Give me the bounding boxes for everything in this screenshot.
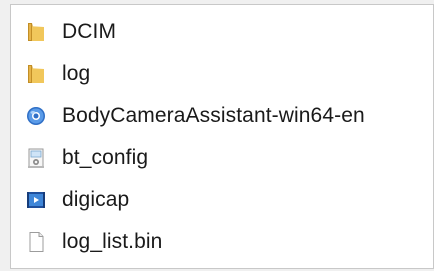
- file-item-bt-config[interactable]: bt_config: [25, 137, 365, 179]
- file-name: BodyCameraAssistant-win64-en: [62, 104, 365, 127]
- folder-icon: [25, 63, 47, 85]
- file-item-bodycameraassistant[interactable]: BodyCameraAssistant-win64-en: [25, 95, 365, 137]
- file-item-log[interactable]: log: [25, 53, 365, 95]
- file-name: DCIM: [62, 20, 117, 43]
- application-icon: [25, 105, 47, 127]
- file-name: log: [62, 62, 91, 85]
- file-list-pane: DCIM log BodyCameraAssistant-win64-en bt…: [10, 4, 434, 269]
- file-item-dcim[interactable]: DCIM: [25, 11, 365, 53]
- folder-icon: [25, 21, 47, 43]
- blank-file-icon: [25, 231, 47, 253]
- file-list: DCIM log BodyCameraAssistant-win64-en bt…: [25, 11, 365, 263]
- video-file-icon: [25, 189, 47, 211]
- file-name: log_list.bin: [62, 230, 163, 253]
- config-file-icon: [25, 147, 47, 169]
- file-item-log-list-bin[interactable]: log_list.bin: [25, 221, 365, 263]
- file-name: digicap: [62, 188, 130, 211]
- file-name: bt_config: [62, 146, 149, 169]
- file-item-digicap[interactable]: digicap: [25, 179, 365, 221]
